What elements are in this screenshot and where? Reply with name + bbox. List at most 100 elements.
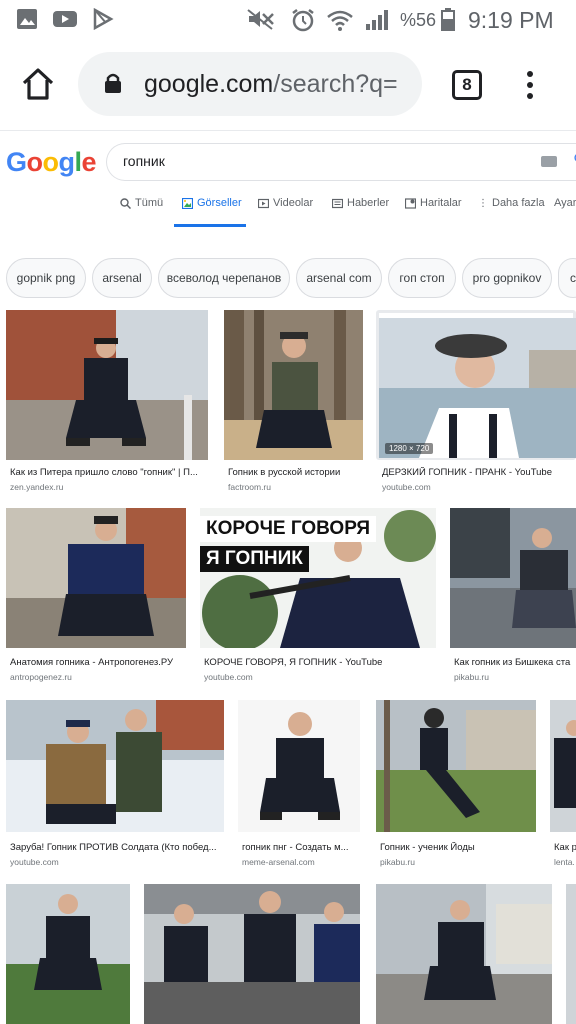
tab-images[interactable]: Görseller bbox=[174, 197, 246, 227]
image-result[interactable] bbox=[224, 310, 363, 460]
result-caption[interactable]: Как из Питера пришло слово "гопник" | П.… bbox=[10, 467, 208, 478]
result-source: meme-arsenal.com bbox=[242, 857, 315, 867]
video-icon bbox=[258, 198, 269, 208]
address-bar[interactable]: google.com/search?q= bbox=[78, 52, 422, 116]
tab-videos-label: Videolar bbox=[273, 197, 314, 209]
lock-icon bbox=[105, 73, 121, 93]
more-vert-icon: ⋮ bbox=[478, 197, 488, 209]
chip[interactable]: всеволод черепанов bbox=[158, 258, 290, 298]
chip[interactable]: pro gopnikov bbox=[462, 258, 552, 298]
tab-settings-label: Ayarl bbox=[554, 197, 576, 209]
result-caption[interactable]: Гопник в русской истории bbox=[228, 467, 363, 478]
image-dimensions: 1280 × 720 bbox=[385, 443, 434, 454]
tab-news[interactable]: Haberler bbox=[332, 197, 389, 227]
result-caption[interactable]: Анатомия гопника - Антропогенез.РУ bbox=[10, 657, 186, 668]
play-store-notification-icon bbox=[93, 8, 114, 30]
youtube-notification-icon bbox=[53, 11, 77, 27]
chip[interactable]: c bbox=[558, 258, 576, 298]
result-source: zen.yandex.ru bbox=[10, 482, 64, 492]
url-domain: google.com bbox=[144, 70, 274, 98]
result-caption[interactable]: Заруба! Гопник ПРОТИВ Солдата (Кто побед… bbox=[10, 842, 224, 853]
result-thumbnail bbox=[550, 700, 576, 832]
battery-percent: %56 bbox=[400, 10, 437, 30]
result-thumbnail bbox=[376, 700, 536, 832]
result-thumbnail bbox=[379, 318, 576, 458]
result-thumbnail bbox=[224, 310, 363, 460]
result-thumbnail bbox=[6, 508, 186, 648]
result-thumbnail bbox=[6, 884, 130, 1024]
result-source: youtube.com bbox=[10, 857, 59, 867]
signal-icon bbox=[366, 10, 388, 30]
related-chips: gopnik png arsenal всеволод черепанов ar… bbox=[0, 258, 576, 302]
tab-switcher-button[interactable]: 8 bbox=[452, 70, 482, 100]
result-thumbnail bbox=[6, 310, 208, 460]
browser-toolbar: google.com/search?q= 8 bbox=[0, 40, 576, 130]
tab-videos[interactable]: Videolar bbox=[258, 197, 313, 227]
result-caption[interactable]: Как р bbox=[554, 842, 576, 853]
tab-more-label: Daha fazla bbox=[492, 197, 545, 209]
chip[interactable]: arsenal com bbox=[296, 258, 382, 298]
result-thumbnail bbox=[450, 508, 576, 648]
result-caption[interactable]: КОРОЧЕ ГОВОРЯ, Я ГОПНИК - YouTube bbox=[204, 657, 436, 668]
chip[interactable]: гоп стоп bbox=[388, 258, 456, 298]
result-thumbnail bbox=[6, 700, 224, 832]
image-result[interactable] bbox=[6, 884, 130, 1024]
result-source: pikabu.ru bbox=[380, 857, 415, 867]
result-source: youtube.com bbox=[382, 482, 431, 492]
wifi-icon bbox=[327, 10, 353, 31]
result-thumbnail bbox=[566, 884, 576, 1024]
result-caption[interactable]: Как гопник из Бишкека ста bbox=[454, 657, 576, 668]
result-caption[interactable]: Гопник - ученик Йоды bbox=[380, 842, 536, 853]
map-icon bbox=[405, 197, 416, 209]
clock: 9:19 PM bbox=[468, 7, 554, 33]
thumbnail-overlay-text: КОРОЧЕ ГОВОРЯ bbox=[200, 516, 377, 542]
mute-icon bbox=[247, 9, 274, 30]
alarm-icon bbox=[292, 9, 314, 32]
image-result[interactable] bbox=[376, 884, 552, 1024]
status-bar: %56 9:19 PM bbox=[0, 0, 576, 40]
result-caption[interactable]: ДЕРЗКИЙ ГОПНИК - ПРАНК - YouTube bbox=[382, 467, 576, 478]
google-logo[interactable]: Google bbox=[6, 147, 97, 178]
image-result[interactable] bbox=[376, 700, 536, 832]
google-header: Google гопник ⚲ Tümü Görseller Videolar … bbox=[0, 130, 576, 230]
search-icon bbox=[120, 197, 131, 209]
image-result[interactable] bbox=[566, 884, 576, 1024]
result-thumbnail bbox=[238, 700, 360, 832]
image-result[interactable] bbox=[450, 508, 576, 648]
result-source: factroom.ru bbox=[228, 482, 271, 492]
chip[interactable]: gopnik png bbox=[6, 258, 86, 298]
tab-settings[interactable]: Ayarl bbox=[554, 197, 576, 227]
search-input[interactable]: гопник ⚲ bbox=[106, 143, 576, 181]
image-result[interactable] bbox=[144, 884, 360, 1024]
image-result[interactable]: КОРОЧЕ ГОВОРЯ Я ГОПНИК bbox=[200, 508, 436, 648]
gallery-notification-icon bbox=[17, 9, 37, 29]
result-source: pikabu.ru bbox=[454, 672, 489, 682]
tab-images-label: Görseller bbox=[197, 197, 242, 209]
tab-all[interactable]: Tümü bbox=[120, 197, 163, 227]
search-query: гопник bbox=[123, 153, 165, 169]
result-source: youtube.com bbox=[204, 672, 253, 682]
tab-maps-label: Haritalar bbox=[420, 197, 462, 209]
result-caption[interactable]: гопник пнг - Создать м... bbox=[242, 842, 360, 853]
overflow-menu-icon[interactable] bbox=[520, 68, 540, 104]
image-result[interactable] bbox=[6, 310, 208, 460]
result-source: antropogenez.ru bbox=[10, 672, 72, 682]
tab-all-label: Tümü bbox=[135, 197, 164, 209]
image-icon bbox=[182, 197, 193, 209]
home-icon[interactable] bbox=[18, 64, 58, 104]
image-result[interactable] bbox=[6, 508, 186, 648]
keyboard-icon[interactable] bbox=[541, 156, 557, 167]
result-thumbnail bbox=[376, 884, 552, 1024]
chip[interactable]: arsenal bbox=[92, 258, 152, 298]
tab-more[interactable]: ⋮ Daha fazla bbox=[478, 197, 545, 227]
thumbnail-overlay-text: Я ГОПНИК bbox=[200, 546, 309, 572]
image-result[interactable] bbox=[6, 700, 224, 832]
battery-icon bbox=[441, 8, 455, 31]
search-tabs: Tümü Görseller Videolar Haberler Harital… bbox=[0, 197, 576, 227]
result-source: lenta. bbox=[554, 857, 575, 867]
image-result[interactable]: 1280 × 720 bbox=[379, 318, 576, 458]
image-result[interactable] bbox=[238, 700, 360, 832]
url-path: /search?q= bbox=[273, 70, 398, 98]
image-result[interactable] bbox=[550, 700, 576, 832]
tab-maps[interactable]: Haritalar bbox=[405, 197, 462, 227]
